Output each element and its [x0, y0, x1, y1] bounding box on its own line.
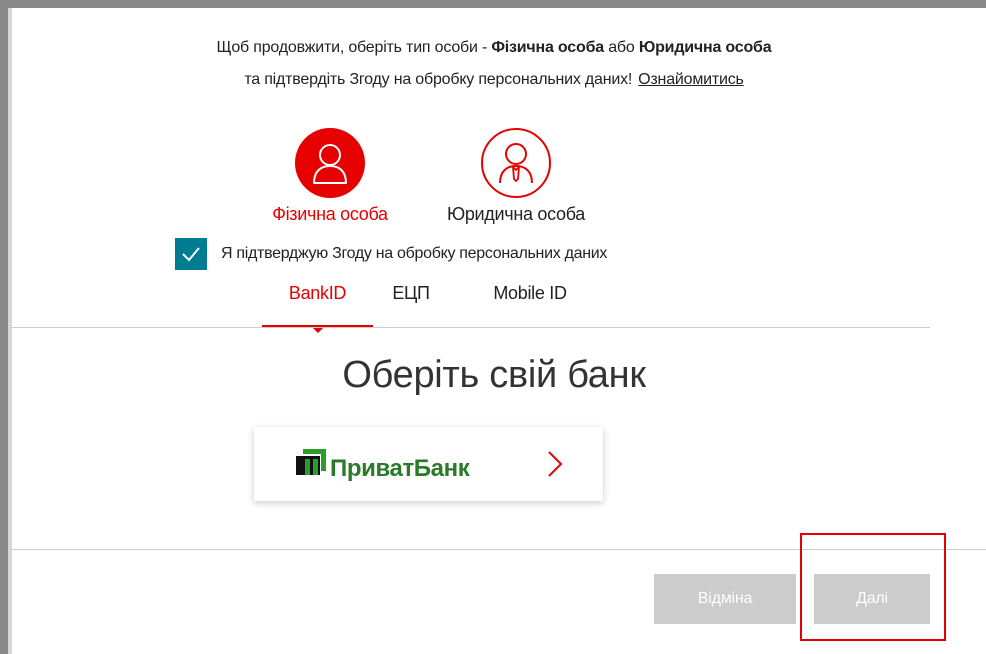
chevron-right-icon: [548, 451, 563, 477]
person-tie-icon: [499, 143, 533, 184]
checkmark-icon: [182, 247, 200, 262]
person-type-legal-label: Юридична особа: [446, 204, 586, 224]
footer-divider: [12, 549, 986, 550]
cancel-button[interactable]: Відміна: [654, 574, 796, 624]
consent-checkbox[interactable]: [175, 238, 207, 270]
person-type-natural-label: Фізична особа: [272, 204, 388, 224]
bank-name: ПриватБанк: [330, 455, 470, 482]
active-tab-pointer-icon: [313, 328, 323, 333]
intro-line-1: Щоб продовжити, оберіть тип особи - Фізи…: [14, 39, 974, 57]
tab-mobile-id[interactable]: Mobile ID: [475, 283, 585, 327]
person-type-legal[interactable]: Юридична особа: [431, 128, 601, 225]
intro-middle: або: [603, 39, 639, 56]
person-icon: [313, 144, 347, 184]
intro-prefix: Щоб продовжити, оберіть тип особи -: [216, 39, 492, 56]
next-button[interactable]: Далі: [814, 574, 930, 624]
consent-label: Я підтверджую Згоду на обробку персональ…: [221, 245, 608, 262]
intro-line-2: та підтвердіть Згоду на обробку персонал…: [14, 71, 974, 89]
tab-ecp[interactable]: ЕЦП: [381, 283, 441, 327]
person-type-natural[interactable]: Фізична особа: [259, 128, 401, 225]
person-tie-icon-circle: [481, 128, 551, 198]
bank-section-heading: Оберіть свій банк: [342, 354, 646, 396]
tab-bankid[interactable]: BankID: [262, 283, 373, 327]
privatbank-logo-icon: [296, 449, 326, 475]
intro-legal-bold: Юридична особа: [638, 39, 772, 56]
tabs-divider: [12, 327, 930, 328]
window-frame-top: [0, 0, 986, 8]
intro-line-2-text: та підтвердіть Згоду на обробку персонал…: [244, 71, 633, 88]
window-frame-left: [0, 0, 8, 654]
consent-row: Я підтверджую Згоду на обробку персональ…: [175, 238, 607, 270]
window-frame-left-inner: [8, 8, 12, 654]
bank-option-privatbank[interactable]: ПриватБанк: [254, 427, 603, 501]
consent-details-link[interactable]: Ознайомитись: [638, 71, 744, 88]
intro-natural-bold: Фізична особа: [491, 39, 604, 56]
person-icon-circle: [295, 128, 365, 198]
